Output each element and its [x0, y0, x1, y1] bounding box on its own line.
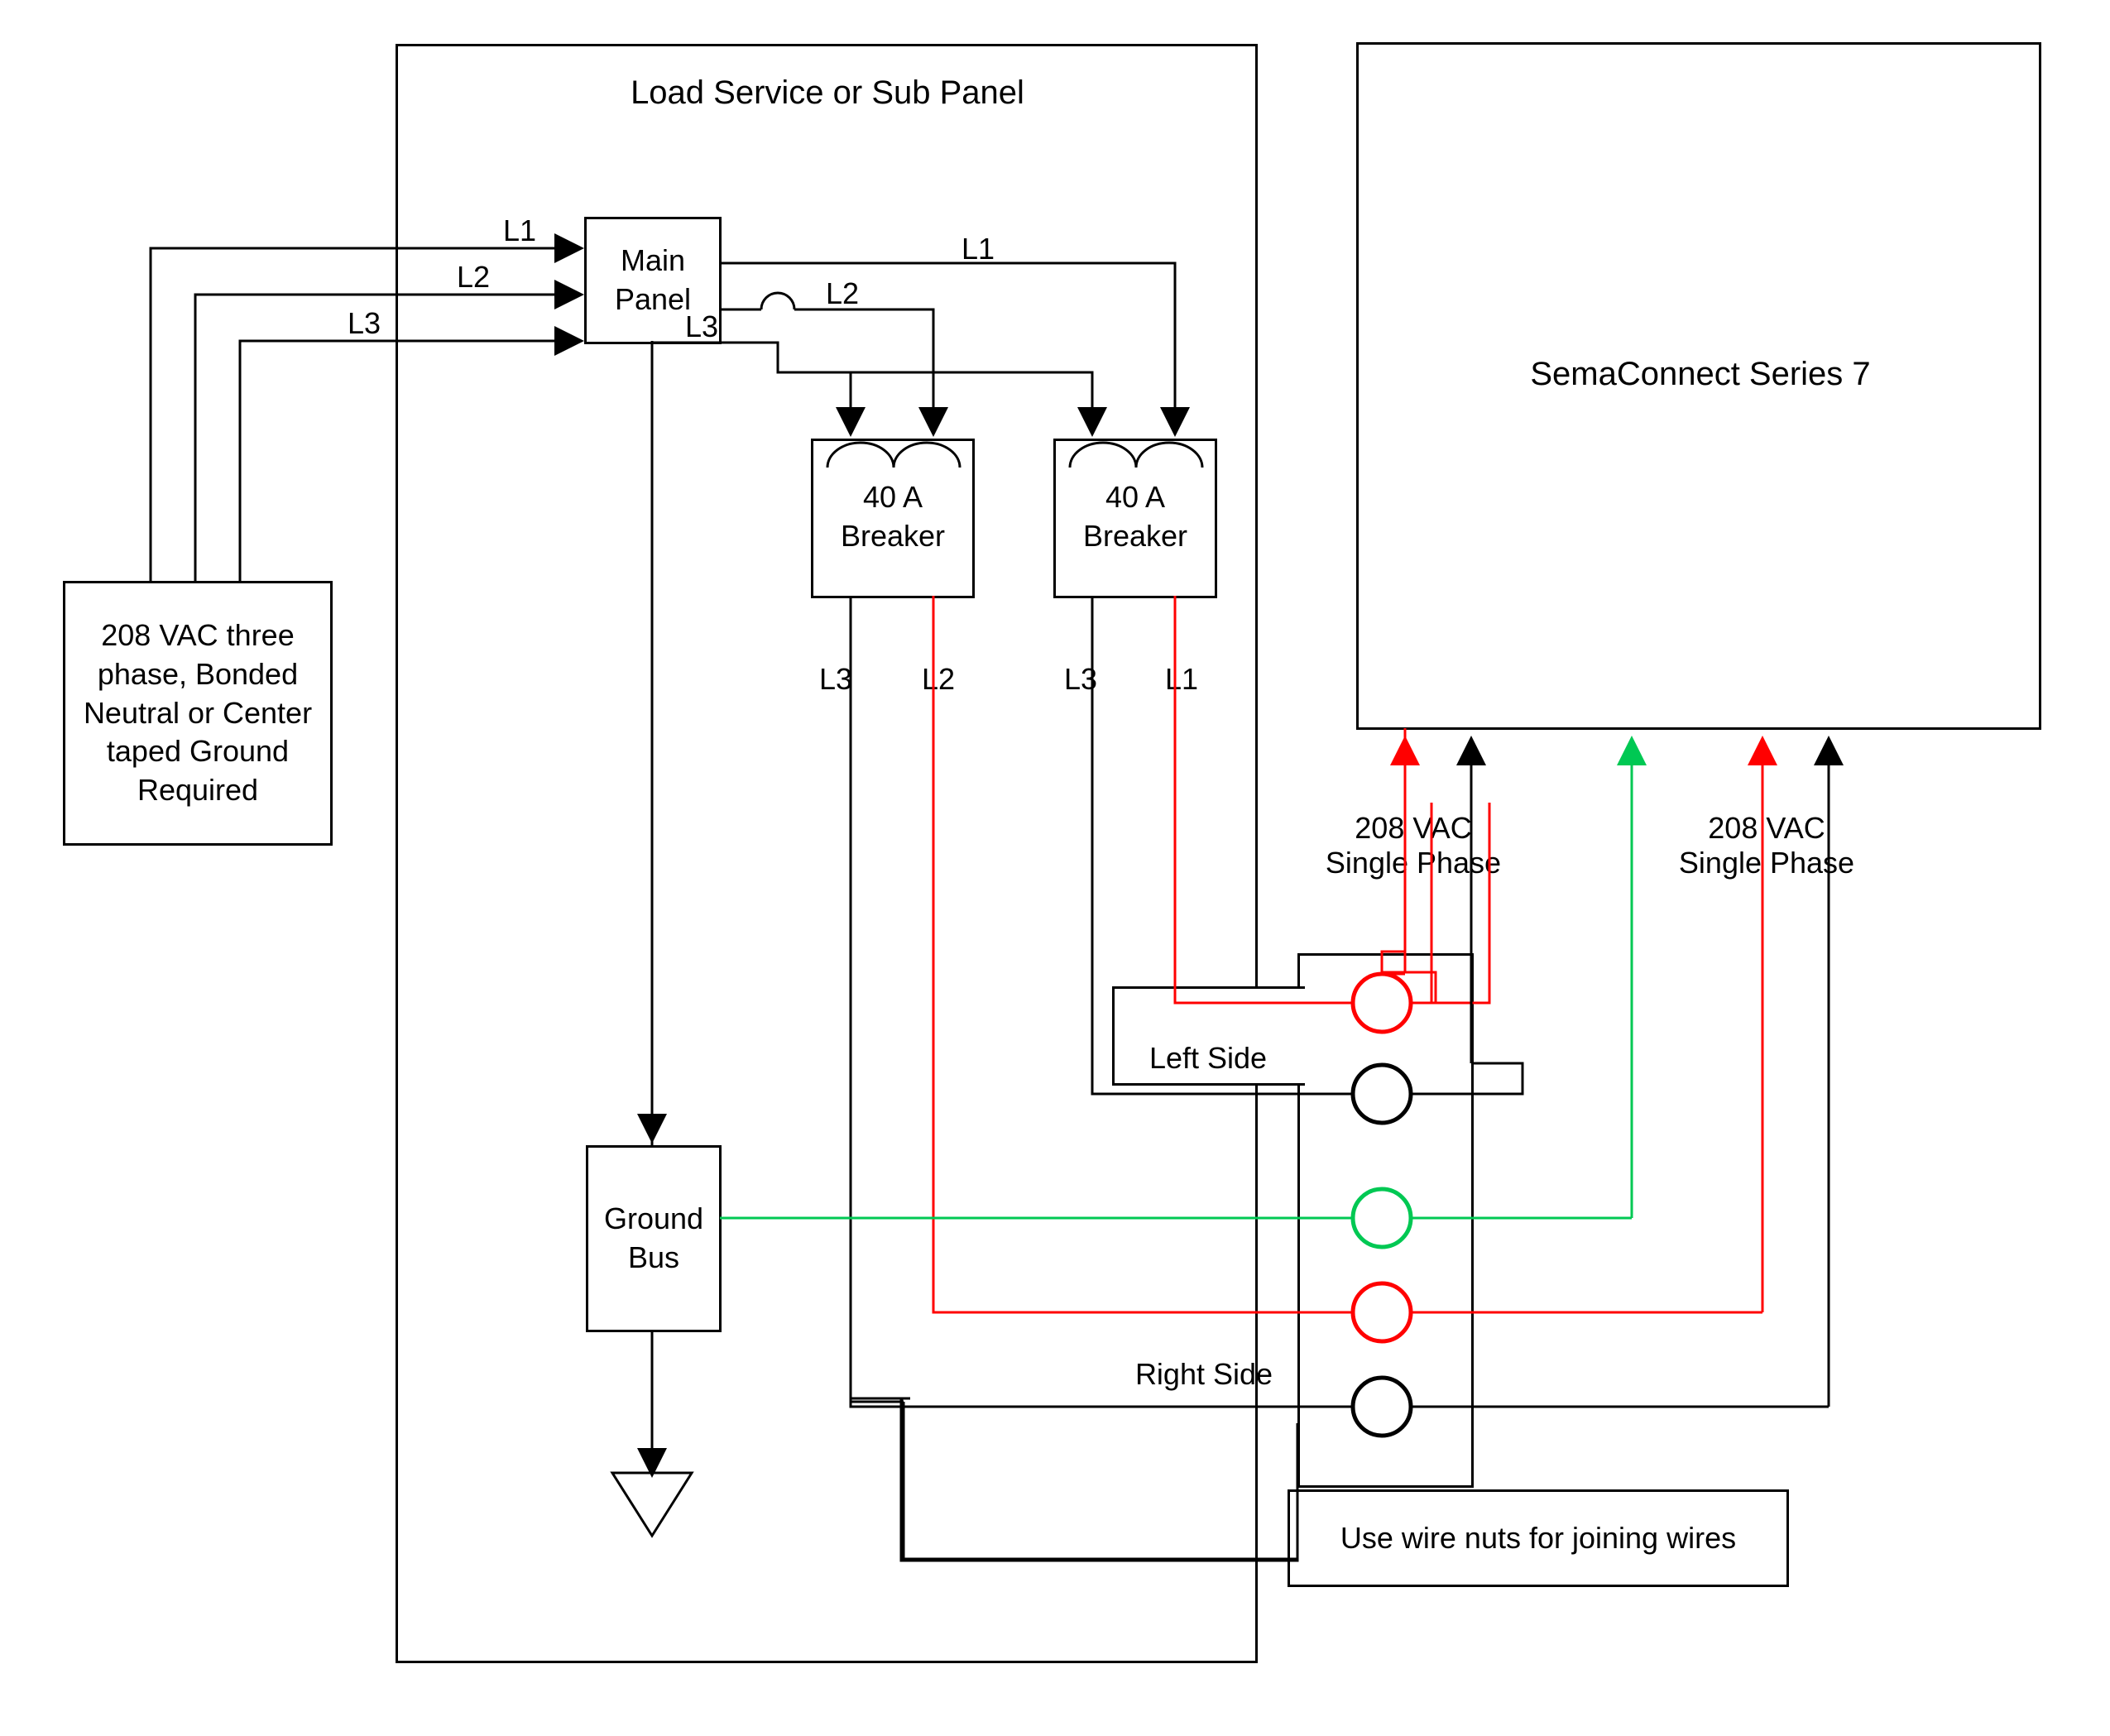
wiring-svg-overlay	[0, 0, 2110, 1736]
wiring-diagram: Load Service or Sub Panel 208 VAC three …	[0, 0, 2110, 1736]
